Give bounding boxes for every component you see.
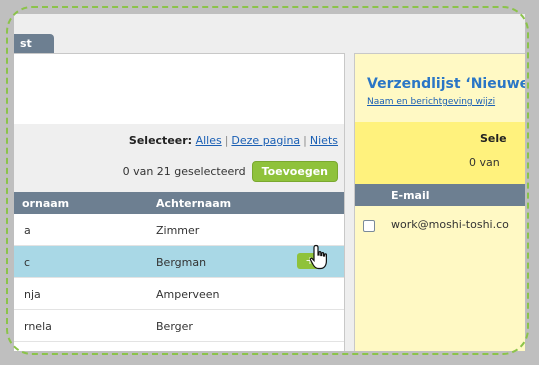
- column-email[interactable]: E-mail: [391, 189, 430, 202]
- edit-name-link[interactable]: Naam en berichtgeving wijzi: [367, 97, 495, 107]
- screenshot-area: st Selecteer: Alles | Deze pagina | Niets 0 …: [14, 14, 525, 351]
- column-last-name[interactable]: Achternaam: [156, 197, 231, 210]
- column-first-name[interactable]: ornaam: [22, 197, 69, 210]
- hand-pointer-icon: [309, 244, 327, 270]
- select-row: Selecteer: Alles | Deze pagina | Niets: [129, 134, 338, 147]
- last-name-cell: Amperveen: [156, 288, 220, 301]
- contacts-panel: Selecteer: Alles | Deze pagina | Niets 0 van…: [14, 53, 345, 351]
- last-name-cell: Berger: [156, 320, 193, 333]
- select-label: Selecteer:: [128, 134, 193, 147]
- mailing-list-panel: Verzendlijst ‘Nieuwe Naam en berichtgevi…: [354, 53, 525, 351]
- contacts-table-header: ornaam Achternaam: [14, 192, 344, 214]
- selection-toolbar: Selecteer: Alles | Deze pagina | Niets 0 van…: [14, 124, 344, 192]
- first-name-cell: a: [24, 224, 31, 237]
- selected-count: 0 van 21 geselecteerd: [122, 165, 246, 178]
- mailing-selection-bar: Sele 0 van: [355, 122, 525, 184]
- mailing-select-label: Sele: [480, 132, 507, 145]
- separator: |: [303, 134, 307, 147]
- mailing-row[interactable]: work@moshi-toshi.co: [355, 214, 525, 240]
- mailing-table-header: E-mail: [355, 184, 525, 206]
- first-name-cell: c: [24, 256, 31, 269]
- first-name-cell: rnela: [24, 320, 52, 333]
- select-all-link[interactable]: Alles: [196, 134, 222, 147]
- last-name-cell: Bergman: [156, 256, 207, 269]
- table-row[interactable]: h: [14, 342, 344, 351]
- list-tab[interactable]: st: [14, 34, 54, 54]
- add-button[interactable]: Toevoegen: [251, 161, 338, 182]
- first-name-cell: nja: [24, 288, 41, 301]
- select-page-link[interactable]: Deze pagina: [231, 134, 300, 147]
- table-row[interactable]: rnela Berger: [14, 310, 344, 342]
- table-row[interactable]: nja Amperveen: [14, 278, 344, 310]
- count-row: 0 van 21 geselecteerd Toevoegen: [123, 161, 338, 182]
- last-name-cell: Zimmer: [156, 224, 200, 237]
- select-none-link[interactable]: Niets: [310, 134, 338, 147]
- row-checkbox[interactable]: [363, 220, 375, 232]
- table-row[interactable]: a Zimmer: [14, 214, 344, 246]
- email-cell: work@moshi-toshi.co: [391, 218, 509, 231]
- mailing-list-title: Verzendlijst ‘Nieuwe: [367, 76, 525, 92]
- mailing-count: 0 van: [469, 156, 500, 169]
- table-row-highlighted[interactable]: c Bergman +: [14, 246, 344, 278]
- separator: |: [224, 134, 229, 147]
- outer-frame: st Selecteer: Alles | Deze pagina | Niets 0 …: [0, 0, 539, 365]
